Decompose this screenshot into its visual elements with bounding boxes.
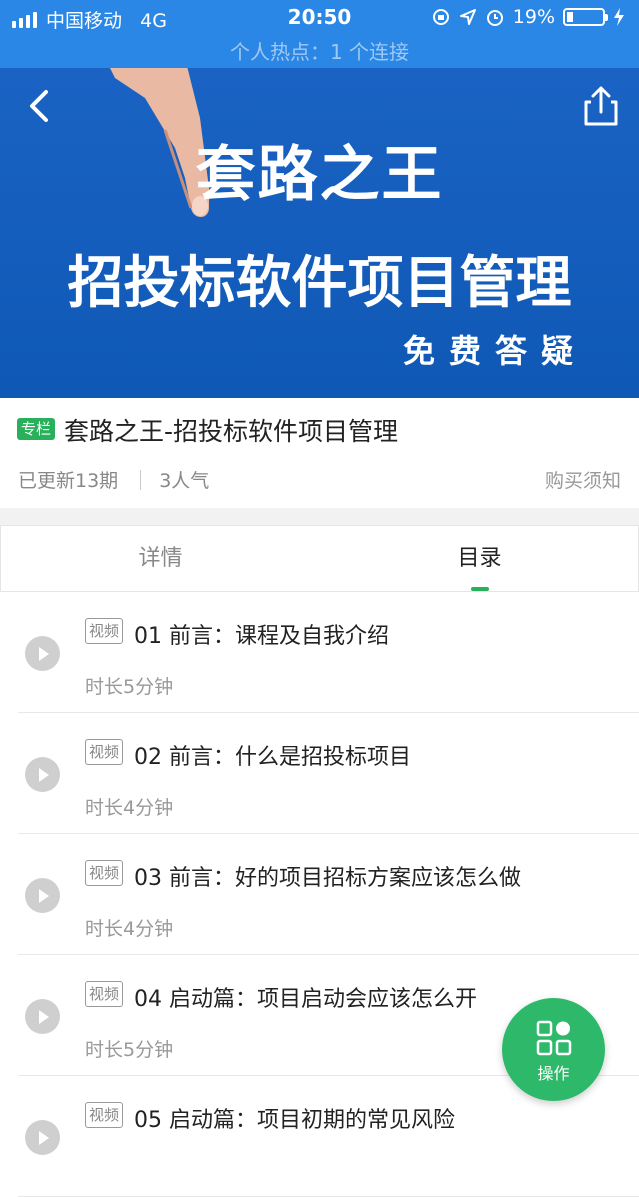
- video-tag: 视频: [85, 618, 124, 644]
- back-icon[interactable]: [20, 86, 60, 126]
- divider: [140, 469, 142, 490]
- list-item[interactable]: 视频 02 前言：什么是招投标项目 时长4分钟: [18, 713, 639, 834]
- lesson-duration: 时长4分钟: [85, 797, 174, 819]
- share-icon[interactable]: [581, 84, 621, 128]
- video-tag: 视频: [85, 981, 124, 1007]
- actions-fab[interactable]: 操作: [502, 998, 605, 1101]
- location-icon: [459, 9, 476, 25]
- play-icon[interactable]: [25, 757, 60, 792]
- lesson-duration: 时长5分钟: [85, 1039, 174, 1061]
- popularity: 3人气: [159, 470, 210, 492]
- course-info: 专栏 套路之王-招投标软件项目管理 已更新13期 3人气 购买须知: [0, 398, 639, 508]
- lesson-title: 02 前言：什么是招投标项目: [134, 745, 411, 770]
- course-title: 套路之王-招投标软件项目管理: [64, 417, 399, 446]
- play-icon[interactable]: [25, 1120, 60, 1155]
- play-icon[interactable]: [25, 636, 60, 671]
- list-item[interactable]: 视频 03 前言：好的项目招标方案应该怎么做 时长4分钟: [18, 834, 639, 955]
- column-tag: 专栏: [17, 418, 56, 440]
- update-count: 已更新13期: [18, 470, 119, 492]
- course-banner: 套路之王 招投标软件项目管理 免费答疑: [0, 68, 639, 398]
- video-tag: 视频: [85, 860, 124, 886]
- alarm-icon: [486, 10, 503, 26]
- purchase-notice-link[interactable]: 购买须知: [545, 466, 621, 493]
- video-tag: 视频: [85, 1102, 124, 1128]
- fab-label: 操作: [537, 1064, 570, 1083]
- battery-icon: [563, 8, 608, 26]
- lesson-title: 03 前言：好的项目招标方案应该怎么做: [134, 866, 521, 891]
- battery-percent: 19%: [512, 6, 555, 28]
- lesson-title: 01 前言：课程及自我介绍: [134, 624, 389, 649]
- lesson-title: 05 启动篇：项目初期的常见风险: [134, 1108, 455, 1133]
- banner-title: 套路之王: [195, 140, 444, 210]
- lesson-duration: 时长4分钟: [85, 918, 174, 940]
- grid-menu-icon: [536, 1020, 572, 1056]
- lesson-title: 04 启动篇：项目启动会应该怎么开: [134, 987, 477, 1012]
- banner-subtitle: 招投标软件项目管理: [67, 251, 572, 316]
- play-icon[interactable]: [25, 999, 60, 1034]
- tab-bar: 详情 目录: [0, 525, 639, 592]
- hotspot-text: 个人热点：1 个连接: [229, 40, 410, 64]
- lesson-duration: 时长5分钟: [85, 676, 174, 698]
- play-icon[interactable]: [25, 878, 60, 913]
- orientation-lock-icon: [432, 9, 449, 25]
- status-bar: 中国移动 4G 20:50 19% 个人热点：1 个连接: [0, 0, 639, 68]
- video-tag: 视频: [85, 739, 124, 765]
- list-item[interactable]: 视频 01 前言：课程及自我介绍 时长5分钟: [18, 592, 639, 713]
- tab-details[interactable]: 详情: [1, 526, 320, 592]
- section-spacer: [0, 508, 639, 525]
- active-tab-indicator: [471, 587, 489, 591]
- lesson-list: 视频 01 前言：课程及自我介绍 时长5分钟 视频 02 前言：什么是招投标项目…: [0, 592, 639, 1197]
- banner-tagline: 免费答疑: [402, 332, 587, 370]
- tab-catalog[interactable]: 目录: [320, 526, 639, 592]
- charging-icon: [614, 8, 624, 26]
